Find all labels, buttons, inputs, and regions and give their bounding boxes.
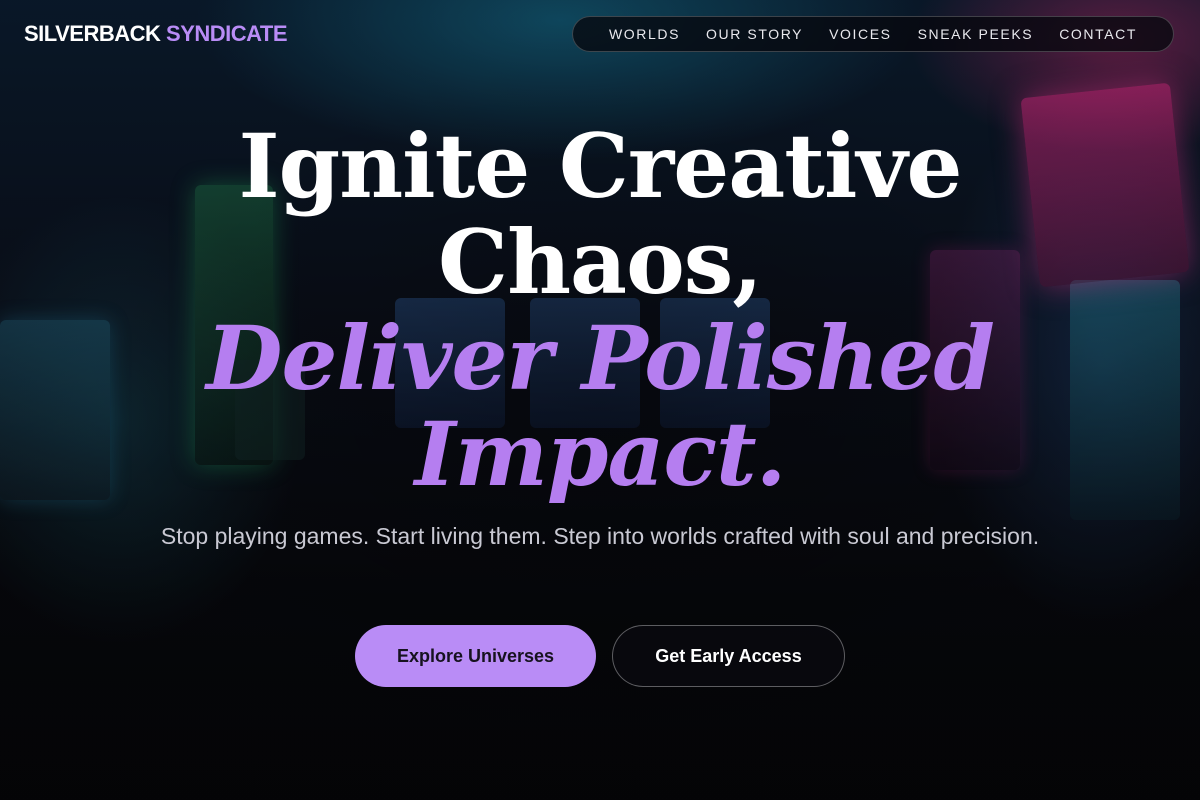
get-early-access-button[interactable]: Get Early Access bbox=[612, 625, 845, 687]
hero-section: SILVERBACK SYNDICATE WORLDS OUR STORY VO… bbox=[0, 0, 1200, 800]
nav-sneak-peeks[interactable]: SNEAK PEEKS bbox=[918, 26, 1034, 42]
headline-line-1: Ignite Creative bbox=[238, 114, 963, 218]
brand-name-accent: SYNDICATE bbox=[166, 21, 288, 46]
explore-universes-button[interactable]: Explore Universes bbox=[355, 625, 596, 687]
headline-accent-line-1: Deliver Polished bbox=[206, 306, 995, 410]
nav-contact[interactable]: CONTACT bbox=[1059, 26, 1137, 42]
nav-voices[interactable]: VOICES bbox=[829, 26, 892, 42]
nav-our-story[interactable]: OUR STORY bbox=[706, 26, 803, 42]
headline-accent-line-2: Impact. bbox=[414, 402, 787, 506]
brand-name-primary: SILVERBACK bbox=[24, 21, 161, 46]
headline-line-2: Chaos, bbox=[438, 210, 763, 314]
main-nav: WORLDS OUR STORY VOICES SNEAK PEEKS CONT… bbox=[572, 16, 1174, 52]
hero-subtitle: Stop playing games. Start living them. S… bbox=[160, 523, 1040, 549]
hero-headline: Ignite Creative Chaos, Deliver Polished … bbox=[100, 118, 1100, 502]
brand-logo[interactable]: SILVERBACK SYNDICATE bbox=[24, 20, 288, 48]
nav-worlds[interactable]: WORLDS bbox=[609, 26, 680, 42]
